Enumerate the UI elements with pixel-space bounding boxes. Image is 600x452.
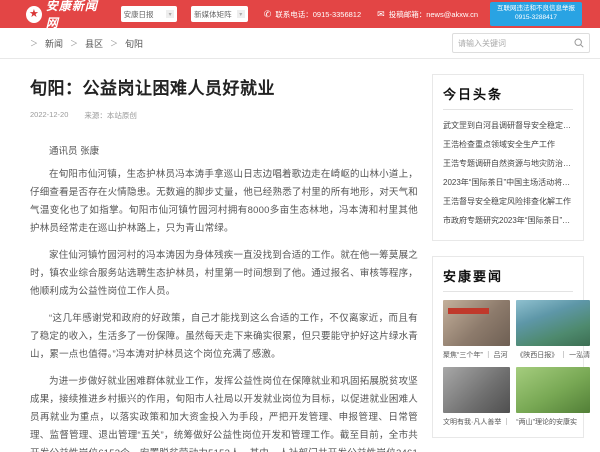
report-button[interactable]: 互联网违法和不良信息举报 0915-3288417	[490, 2, 582, 26]
news-caption: 文明有我·凡人善举 ｜	[443, 417, 510, 427]
main-content: 旬阳：公益岗让困难人员好就业 2022-12-20 来源：本站原创 通讯员 张康…	[0, 59, 600, 452]
chevron-down-icon: ▾	[237, 10, 245, 18]
site-logo[interactable]: ★ 安康新闻网	[26, 0, 107, 31]
headline-link[interactable]: 王浩专题调研自然资源与地灾防治工作	[443, 154, 573, 173]
news-grid: 聚焦“三个年” ｜ 吕河 《陕西日报》 ｜ 一泓清 文明有我·凡人善举 ｜ “两…	[443, 300, 573, 427]
sidebar: 今日头条 武文罡到白河县调研督导安全稳定等工作 王浩检查重点领域安全生产工作 王…	[432, 59, 584, 452]
mail-label: 投稿邮箱：news@akxw.cn	[389, 9, 478, 20]
news-thumbnail	[516, 367, 590, 413]
news-thumbnail	[516, 300, 590, 346]
news-card[interactable]: 《陕西日报》 ｜ 一泓清	[516, 300, 590, 360]
article-source: 来源：本站原创	[84, 110, 137, 121]
breadcrumb-xunyang[interactable]: 旬阳	[125, 37, 143, 50]
logo-star-icon: ★	[26, 6, 42, 23]
todays-headlines-box: 今日头条 武文罡到白河县调研督导安全稳定等工作 王浩检查重点领域安全生产工作 王…	[432, 74, 584, 241]
mail-icon: ✉	[377, 9, 385, 20]
contact-phone: ✆ 联系电话：0915-3356812	[264, 9, 361, 20]
report-line2: 0915-3288417	[497, 14, 575, 23]
chevron-down-icon: ▾	[166, 10, 174, 18]
headline-link[interactable]: 王浩检查重点领域安全生产工作	[443, 135, 573, 154]
headlines-list: 武文罡到白河县调研督导安全稳定等工作 王浩检查重点领域安全生产工作 王浩专题调研…	[443, 116, 573, 230]
news-card[interactable]: 文明有我·凡人善举 ｜	[443, 367, 510, 427]
search-box	[452, 33, 590, 53]
news-card[interactable]: “两山”理论的安康实	[516, 367, 590, 427]
phone-label: 联系电话：0915-3356812	[275, 9, 361, 20]
news-caption: 聚焦“三个年” ｜ 吕河	[443, 350, 510, 360]
paper-select-value: 安康日报	[124, 9, 154, 20]
breadcrumb-news[interactable]: 新闻	[45, 37, 63, 50]
logo-text: 安康新闻网	[46, 0, 107, 31]
headline-link[interactable]: 市政府专题研究2023年“国际茶日”中国主	[443, 211, 573, 230]
news-card[interactable]: 聚焦“三个年” ｜ 吕河	[443, 300, 510, 360]
news-caption: “两山”理论的安康实	[516, 417, 590, 427]
article-paragraph: 在旬阳市仙河镇，生态护林员冯本涛手拿巡山日志边唱着歌边走在崎岖的山林小道上，仔细…	[30, 166, 418, 238]
media-select-value: 新媒体矩阵	[194, 9, 232, 20]
breadcrumb-arrow: ＞	[30, 38, 38, 49]
article-paragraph: 家住仙河镇竹园河村的冯本涛因为身体残疾一直没找到合适的工作。就在他一筹莫展之时，…	[30, 247, 418, 301]
article-meta: 2022-12-20 来源：本站原创	[30, 110, 418, 121]
header-bar: ★ 安康新闻网 安康日报 ▾ 新媒体矩阵 ▾ ✆ 联系电话：0915-33568…	[0, 0, 600, 28]
article-date: 2022-12-20	[30, 110, 68, 121]
phone-icon: ✆	[264, 9, 272, 20]
search-icon[interactable]	[574, 38, 584, 48]
breadcrumb-county[interactable]: 县区	[85, 37, 103, 50]
news-thumbnail	[443, 300, 510, 346]
breadcrumb-bar: ＞ 新闻 ＞ 县区 ＞ 旬阳	[0, 28, 600, 59]
headline-link[interactable]: 王浩督导安全稳定风险排查化解工作	[443, 192, 573, 211]
page: ★ 安康新闻网 安康日报 ▾ 新媒体矩阵 ▾ ✆ 联系电话：0915-33568…	[0, 0, 600, 452]
breadcrumb-arrow: ＞	[110, 38, 118, 49]
contact-mail: ✉ 投稿邮箱：news@akxw.cn	[377, 9, 478, 20]
ankang-news-title: 安康要闻	[443, 266, 573, 292]
news-caption: 《陕西日报》 ｜ 一泓清	[516, 350, 590, 360]
media-select[interactable]: 新媒体矩阵 ▾	[191, 6, 248, 22]
paper-select[interactable]: 安康日报 ▾	[121, 6, 178, 22]
breadcrumb-arrow: ＞	[70, 38, 78, 49]
article-byline: 通讯员 张康	[30, 143, 418, 157]
ankang-news-box: 安康要闻 聚焦“三个年” ｜ 吕河 《陕西日报》 ｜ 一泓清 文明有我·凡人善举…	[432, 256, 584, 438]
article: 旬阳：公益岗让困难人员好就业 2022-12-20 来源：本站原创 通讯员 张康…	[30, 59, 432, 452]
article-paragraph: “这几年感谢党和政府的好政策，自己才能找到这么合适的工作，不仅离家近，而且有了稳…	[30, 310, 418, 364]
article-title: 旬阳：公益岗让困难人员好就业	[30, 74, 418, 99]
search-input[interactable]	[458, 39, 570, 48]
article-paragraph: 为进一步做好就业困难群体就业工作，发挥公益性岗位在保障就业和巩固拓展脱贫攻坚成果…	[30, 373, 418, 452]
breadcrumb: ＞ 新闻 ＞ 县区 ＞ 旬阳	[30, 37, 143, 50]
report-line1: 互联网违法和不良信息举报	[497, 5, 575, 14]
headline-link[interactable]: 武文罡到白河县调研督导安全稳定等工作	[443, 116, 573, 135]
news-thumbnail	[443, 367, 510, 413]
todays-headlines-title: 今日头条	[443, 84, 573, 110]
headline-link[interactable]: 2023年“国际茶日”中国主场活动将于5月	[443, 173, 573, 192]
